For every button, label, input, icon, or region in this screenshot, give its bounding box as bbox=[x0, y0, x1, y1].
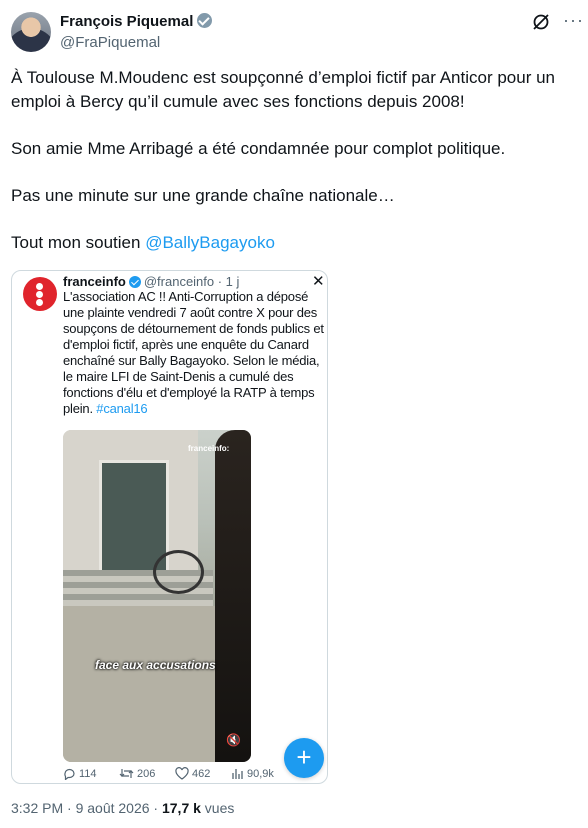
video-bike bbox=[153, 550, 204, 594]
compose-button[interactable]: + bbox=[284, 738, 324, 778]
views-label: vues bbox=[200, 800, 235, 816]
author-name[interactable]: François Piquemal bbox=[60, 13, 193, 30]
repost-stat: 206 bbox=[119, 767, 155, 780]
views-icon bbox=[232, 769, 243, 779]
reply-count: 114 bbox=[79, 767, 97, 780]
video-person bbox=[215, 430, 251, 762]
quoted-author-name: franceinfo bbox=[63, 274, 126, 289]
quoted-verified-icon bbox=[128, 276, 141, 288]
tweet-paragraph: Son amie Mme Arribagé a été condamnée po… bbox=[11, 139, 506, 158]
like-count: 462 bbox=[192, 767, 211, 780]
x-logo-icon: ✕ bbox=[312, 273, 325, 290]
like-stat: 462 bbox=[175, 767, 210, 780]
tweet-timestamp[interactable]: 3:32 PM · 9 août 2026 · bbox=[11, 800, 162, 816]
reply-icon bbox=[64, 768, 75, 780]
video-caption: face aux accusations bbox=[95, 658, 216, 672]
tweet-paragraph: À Toulouse M.Moudenc est soupçonné d’emp… bbox=[11, 68, 555, 111]
quoted-meta: @franceinfo · 1 j bbox=[143, 274, 240, 289]
more-icon[interactable]: ··· bbox=[563, 10, 584, 31]
author-name-row[interactable]: François Piquemal bbox=[60, 13, 213, 30]
quoted-text: L'association AC !! Anti-Corruption a dé… bbox=[63, 289, 325, 417]
grok-icon[interactable] bbox=[531, 12, 551, 32]
quoted-hashtag: #canal16 bbox=[96, 401, 148, 416]
views-stat: 90,9k bbox=[231, 767, 274, 780]
tweet-timestamp-row: 3:32 PM · 9 août 2026 · 17,7 k vues bbox=[11, 800, 234, 816]
video-watermark: franceinfo: bbox=[188, 444, 230, 453]
tweet-text: À Toulouse M.Moudenc est soupçonné d’emp… bbox=[11, 66, 571, 278]
verified-badge-icon bbox=[197, 13, 213, 28]
quoted-body: L'association AC !! Anti-Corruption a dé… bbox=[63, 289, 324, 416]
mention-link[interactable]: @BallyBagayoko bbox=[145, 233, 275, 252]
tweet-text-prefix: Tout mon soutien bbox=[11, 233, 146, 252]
author-avatar[interactable] bbox=[11, 12, 51, 52]
author-handle[interactable]: @FraPiquemal bbox=[60, 34, 160, 51]
quoted-tweet-card[interactable]: franceinfo @franceinfo · 1 j ✕ L'associat… bbox=[11, 270, 328, 784]
franceinfo-logo bbox=[23, 277, 57, 311]
views-total: 17,7 k bbox=[161, 800, 201, 816]
tweet-paragraph: Tout mon soutien @BallyBagayoko bbox=[11, 231, 571, 255]
reply-stat: 114 bbox=[63, 767, 97, 780]
quoted-author-row: franceinfo @franceinfo · 1 j bbox=[63, 274, 239, 289]
repost-count: 206 bbox=[137, 767, 156, 780]
mute-icon: 🔇 bbox=[226, 733, 241, 747]
like-icon bbox=[175, 767, 189, 780]
views-count: 90,9k bbox=[247, 767, 274, 780]
tweet-paragraph: Pas une minute sur une grande chaîne nat… bbox=[11, 186, 395, 205]
video-thumbnail: franceinfo: face aux accusations 🔇 bbox=[63, 430, 251, 762]
repost-icon bbox=[119, 769, 134, 778]
